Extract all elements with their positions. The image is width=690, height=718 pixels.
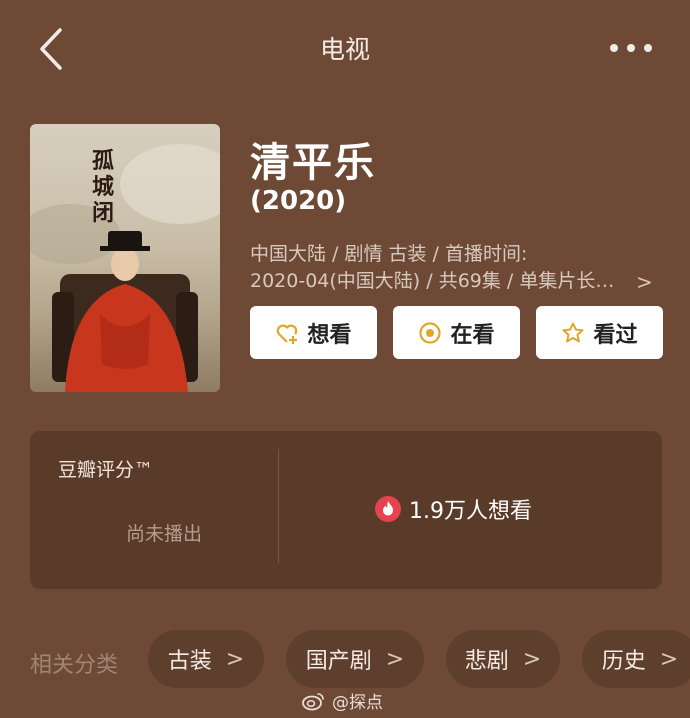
rating-label: 豆瓣评分™ [58,459,154,481]
related-categories-label: 相关分类 [30,653,119,678]
watched-label: 看过 [593,322,638,348]
star-icon [562,322,584,342]
show-poster[interactable]: 孤城闭 [30,124,220,392]
target-circle-icon [419,321,442,344]
want-to-watch-button[interactable]: 想看 [250,306,377,359]
category-chip-costume[interactable]: 古装 > [148,630,264,688]
chevron-right-icon: > [522,646,542,672]
category-chip-label: 古装 [167,649,212,674]
more-options-button[interactable] [608,38,654,58]
meta-more-chevron[interactable]: > [636,270,653,294]
poster-calligraphy: 孤城闭 [92,148,115,226]
fire-icon [375,496,401,522]
rating-status: 尚未播出 [126,523,203,545]
category-chip-history[interactable]: 历史 > [582,630,690,688]
watching-label: 在看 [450,322,495,348]
category-chip-tragedy[interactable]: 悲剧 > [446,630,560,688]
rating-divider [278,449,279,563]
heart-plus-icon [277,324,298,344]
more-dots-icon [610,44,652,52]
watermark: @探点 [302,688,383,713]
page-title: 电视 [319,35,370,64]
chevron-right-icon: > [385,646,405,672]
chevron-right-icon: > [659,646,679,672]
want-to-watch-label: 想看 [307,322,352,348]
top-nav-bar: 电视 [0,0,690,100]
show-meta-line-1[interactable]: 中国大陆 / 剧情 古装 / 首播时间: [250,239,527,266]
category-chip-label: 悲剧 [464,649,509,674]
weibo-icon [302,692,324,710]
watching-button[interactable]: 在看 [393,306,520,359]
douban-rating-panel: 豆瓣评分™ 尚未播出 1.9万人想看 [30,431,662,589]
poster-artwork [30,144,220,392]
show-meta-line-2[interactable]: 2020-04(中国大陆) / 共69集 / 单集片长… [250,266,614,293]
watched-button[interactable]: 看过 [536,306,663,359]
show-year: (2020) [250,186,347,216]
want-count: 1.9万人想看 [375,493,532,525]
want-count-text: 1.9万人想看 [409,499,532,524]
category-chip-domestic-drama[interactable]: 国产剧 > [286,630,424,688]
show-title: 清平乐 [250,140,376,186]
category-chip-label: 国产剧 [305,649,372,674]
watermark-text: @探点 [332,693,383,713]
chevron-right-icon: > [225,646,245,672]
category-chip-label: 历史 [601,649,646,674]
